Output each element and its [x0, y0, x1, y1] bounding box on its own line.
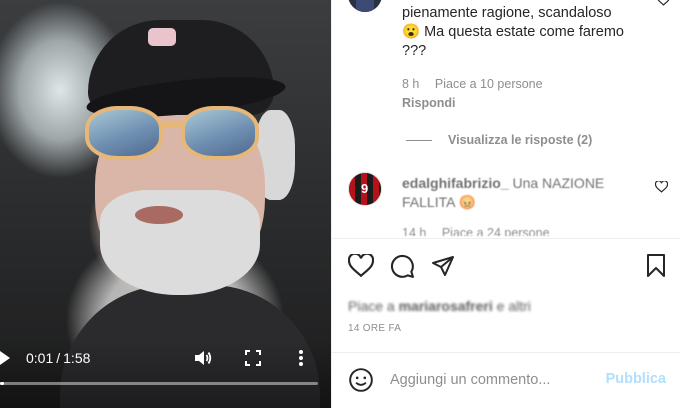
video-progress-bar[interactable] — [0, 382, 318, 385]
cap-logo — [148, 28, 176, 46]
post-date[interactable]: 14 ORE FA — [348, 323, 401, 334]
comment-line: ??? — [402, 43, 427, 59]
heart-icon[interactable] — [655, 181, 668, 193]
volume-icon[interactable] — [194, 347, 212, 369]
play-icon[interactable] — [0, 347, 10, 369]
replies-divider — [406, 139, 432, 141]
heart-icon[interactable] — [657, 0, 670, 6]
divider — [332, 352, 680, 353]
view-replies-button[interactable]: Visualizza le risposte (2) — [406, 133, 592, 147]
video-progress-fill — [0, 382, 4, 385]
comment-likes[interactable]: Piace a 10 persone — [435, 77, 543, 91]
like-heart-icon[interactable] — [348, 254, 374, 279]
bookmark-icon[interactable] — [646, 254, 666, 278]
post-likes[interactable]: Piace a mariarosafreri e altri — [348, 298, 531, 314]
jersey-number: 9 — [361, 181, 369, 196]
comment-meta: 14 h Piace a 24 persone — [402, 226, 550, 236]
comment-line: pienamente ragione, scandaloso — [402, 5, 612, 21]
time-separator: / — [56, 350, 61, 366]
likes-user[interactable]: mariarosafreri — [399, 298, 493, 314]
comment-text: pienamente ragione, scandaloso 😮 Ma ques… — [402, 4, 642, 61]
comment-time[interactable]: 14 h — [402, 226, 426, 236]
post-actions — [348, 254, 455, 279]
video-player[interactable]: 0:01 / 1:58 — [0, 0, 331, 408]
comment-icon[interactable] — [390, 254, 415, 279]
video-time: 0:01 / 1:58 — [26, 347, 90, 369]
reply-button[interactable]: Rispondi — [402, 96, 455, 110]
fullscreen-icon[interactable] — [245, 347, 261, 369]
comment-avatar[interactable]: 9 — [348, 172, 382, 206]
share-icon[interactable] — [431, 254, 455, 279]
comments-pane: pienamente ragione, scandaloso 😮 Ma ques… — [331, 0, 680, 408]
publish-button[interactable]: Pubblica — [606, 371, 666, 387]
more-vertical-icon[interactable] — [298, 347, 304, 369]
video-person-mouth — [135, 206, 183, 224]
view-replies-label: Visualizza le risposte (2) — [448, 133, 593, 147]
current-time: 0:01 — [26, 350, 54, 366]
comment-meta: 8 h Piace a 10 persone — [402, 77, 543, 91]
likes-suffix: e altri — [496, 298, 531, 314]
blur-overlay — [398, 168, 618, 216]
comment-input[interactable] — [390, 369, 610, 391]
likes-prefix: Piace a — [348, 298, 395, 314]
comment-line: 😮 Ma questa estate come faremo — [402, 24, 624, 40]
video-person-beard — [100, 190, 260, 295]
comment-avatar[interactable] — [348, 0, 382, 12]
video-person-sunglasses — [85, 106, 263, 162]
divider — [332, 238, 680, 239]
comment-time[interactable]: 8 h — [402, 77, 419, 91]
duration: 1:58 — [63, 350, 91, 366]
emoji-icon[interactable] — [348, 367, 374, 393]
comment-likes[interactable]: Piace a 24 persone — [442, 226, 550, 236]
